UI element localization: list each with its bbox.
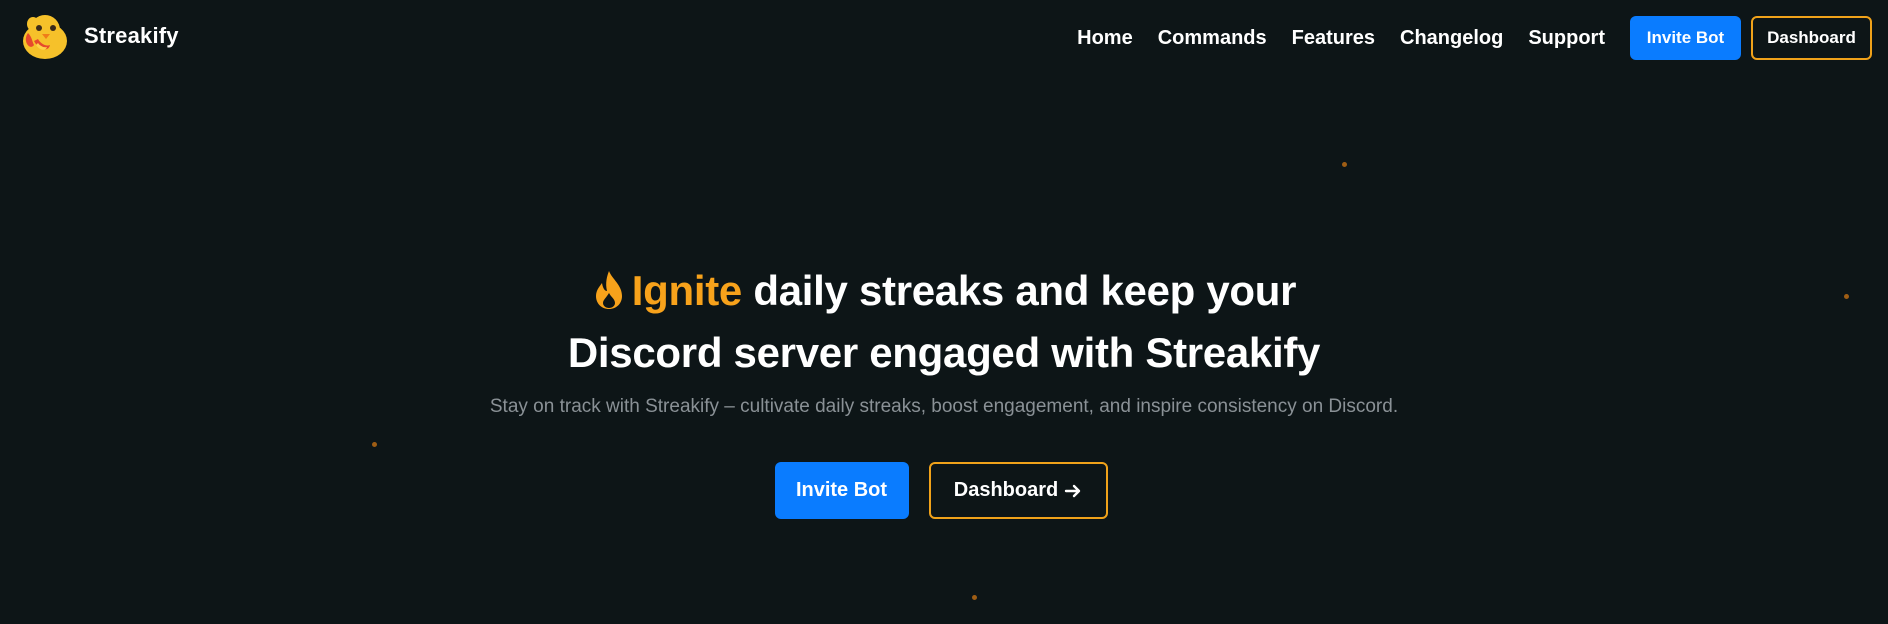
- hero-dashboard-button[interactable]: Dashboard: [928, 462, 1108, 519]
- nav-dashboard-button[interactable]: Dashboard: [1751, 16, 1872, 60]
- nav-invite-bot-button[interactable]: Invite Bot: [1630, 16, 1741, 60]
- hero-actions: Invite Bot Dashboard: [0, 462, 1885, 519]
- nav-link-commands[interactable]: Commands: [1158, 27, 1267, 50]
- hero-subtitle: Stay on track with Streakify – cultivate…: [489, 396, 1399, 417]
- hero-title-line-1-rest: daily streaks and keep your: [742, 267, 1297, 314]
- hero-title-accent: Ignite: [631, 267, 743, 314]
- nav-link-home[interactable]: Home: [1077, 27, 1133, 50]
- hero-invite-bot-button[interactable]: Invite Bot: [774, 462, 909, 519]
- brand-name: Streakify: [84, 23, 179, 48]
- decorative-particle: [1342, 162, 1347, 167]
- navbar: Streakify Home Commands Features Changel…: [0, 0, 1888, 76]
- nav-links: Home Commands Features Changelog Support…: [1077, 15, 1872, 61]
- nav-link-changelog[interactable]: Changelog: [1400, 27, 1503, 50]
- chick-emoji-logo-icon: [23, 15, 67, 59]
- hero-dashboard-label: Dashboard: [953, 479, 1059, 501]
- hero-title-line-2: Discord server engaged with Streakify: [567, 329, 1321, 376]
- arrow-right-icon: [1065, 484, 1081, 497]
- nav-link-support[interactable]: Support: [1528, 27, 1605, 50]
- hero-title-line-1: Ignite daily streaks and keep your: [592, 267, 1297, 314]
- decorative-particle: [972, 595, 977, 600]
- flame-icon: [595, 271, 622, 309]
- decorative-particle: [372, 442, 377, 447]
- brand-home-link[interactable]: Streakify: [20, 10, 179, 62]
- nav-link-features[interactable]: Features: [1292, 27, 1375, 50]
- hero-title: Ignite daily streaks and keep your Disco…: [0, 260, 1888, 384]
- hero-section: Ignite daily streaks and keep your Disco…: [0, 260, 1888, 418]
